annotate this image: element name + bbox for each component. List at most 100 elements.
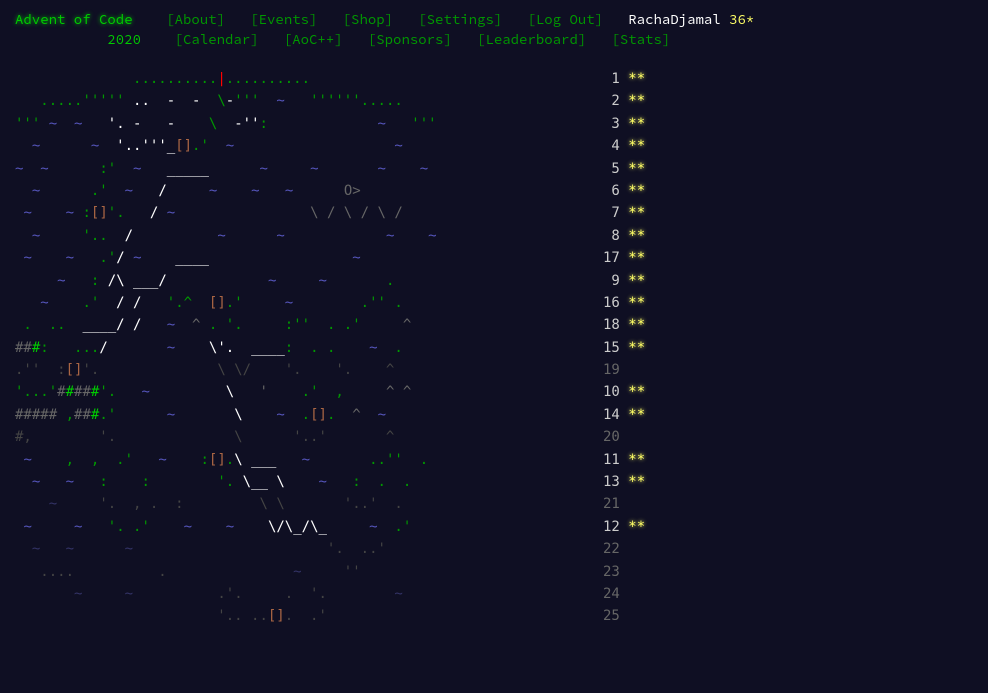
star-icon: **: [628, 228, 645, 244]
calendar-row-day-23[interactable]: .... . ~ '' 23: [15, 561, 973, 583]
ascii-art-line: '...'#####'. ~ \ ' .' , ^ ^: [15, 381, 575, 403]
username: RachaDjamal: [628, 10, 720, 28]
nav-aocpp[interactable]: [AoC++]: [284, 30, 343, 48]
star-icon: [628, 496, 645, 512]
day-number: 17: [592, 247, 620, 269]
star-icon: **: [628, 295, 645, 311]
calendar-row-day-6[interactable]: ~ .' ~ / ~ ~ ~ O> 6 **: [15, 180, 973, 202]
nav-logout[interactable]: [Log Out]: [527, 10, 603, 28]
day-number: 23: [592, 561, 620, 583]
ascii-art-line: ~ : /\ ___/ ~ ~ .: [15, 270, 575, 292]
day-number: 11: [592, 449, 620, 471]
star-icon: **: [628, 384, 645, 400]
ascii-art-line: ###: .../ ~ \'. ____: . . ~ .: [15, 337, 575, 359]
day-number: 19: [592, 359, 620, 381]
ascii-art-line: ~ ~ ~ '. ..': [15, 538, 575, 560]
ascii-art-line: ~ .' ~ / ~ ~ ~ O>: [15, 180, 575, 202]
ascii-art-line: ~ ~ : : '. \__ \ ~ : . .: [15, 471, 575, 493]
calendar-row-day-4[interactable]: ~ ~ '..'''_[].' ~ ~ 4 **: [15, 135, 973, 157]
ascii-art-line: ~ ~ .'. . '. ~: [15, 583, 575, 605]
calendar-row-day-18[interactable]: . .. ____/ / ~ ^ . '. :'' . .' ^ 18 **: [15, 314, 973, 336]
calendar-row-day-1[interactable]: ..........|.......... 1 **: [15, 68, 973, 90]
day-number: 20: [592, 426, 620, 448]
day-number: 10: [592, 381, 620, 403]
calendar-row-day-8[interactable]: ~ '.. / ~ ~ ~ ~ 8 **: [15, 225, 973, 247]
calendar-row-day-22[interactable]: ~ ~ ~ '. ..' 22: [15, 538, 973, 560]
calendar-row-day-12[interactable]: ~ ~ '. .' ~ ~ \/\_/\_ ~ .' 12 **: [15, 516, 973, 538]
calendar-row-day-16[interactable]: ~ .' / / '.^ [].' ~ .'' . 16 **: [15, 292, 973, 314]
ascii-art-line: ..........|..........: [15, 68, 575, 90]
day-number: 16: [592, 292, 620, 314]
day-number: 14: [592, 404, 620, 426]
star-icon: **: [628, 205, 645, 221]
ascii-art-line: .'' :[]'. \ \/ '. '. ^: [15, 359, 575, 381]
star-icon: [628, 586, 645, 602]
star-icon: [628, 564, 645, 580]
star-icon: [628, 541, 645, 557]
nav-settings[interactable]: [Settings]: [418, 10, 502, 28]
star-icon: **: [628, 116, 645, 132]
calendar-row-day-20[interactable]: #, '. \ '..' ^ 20: [15, 426, 973, 448]
star-icon: **: [628, 340, 645, 356]
star-icon: **: [628, 519, 645, 535]
event-year-link[interactable]: 2020: [107, 30, 141, 48]
calendar-row-day-9[interactable]: ~ : /\ ___/ ~ ~ . 9 **: [15, 270, 973, 292]
ascii-art-line: #, '. \ '..' ^: [15, 426, 575, 448]
calendar-ascii-map: ..........|.......... 1 ** .....''''' ..…: [15, 68, 973, 628]
nav-stats[interactable]: [Stats]: [611, 30, 670, 48]
calendar-row-day-3[interactable]: ''' ~ ~ '. - - \ -'': ~ ''' 3 **: [15, 113, 973, 135]
ascii-art-line: . .. ____/ / ~ ^ . '. :'' . .' ^: [15, 314, 575, 336]
nav-shop[interactable]: [Shop]: [343, 10, 393, 28]
calendar-row-day-15[interactable]: ###: .../ ~ \'. ____: . . ~ . 15 **: [15, 337, 973, 359]
day-number: 6: [592, 180, 620, 202]
day-number: 25: [592, 605, 620, 627]
calendar-row-day-21[interactable]: ~ '. , . : \ \ '..' . 21: [15, 493, 973, 515]
day-number: 1: [592, 68, 620, 90]
ascii-art-line: ~ ~ .'/ ~ ____ ~: [15, 247, 575, 269]
calendar-row-day-11[interactable]: ~ , , .' ~ :[].\ ___ ~ ..'' . 11 **: [15, 449, 973, 471]
day-number: 24: [592, 583, 620, 605]
star-icon: **: [628, 93, 645, 109]
star-icon: **: [628, 183, 645, 199]
star-icon: [628, 362, 645, 378]
calendar-row-day-24[interactable]: ~ ~ .'. . '. ~ 24: [15, 583, 973, 605]
day-number: 22: [592, 538, 620, 560]
calendar-row-day-19[interactable]: .'' :[]'. \ \/ '. '. ^ 19: [15, 359, 973, 381]
star-icon: **: [628, 407, 645, 423]
ascii-art-line: .....''''' .. - - \-''' ~ ''''''.....: [15, 90, 575, 112]
nav-about[interactable]: [About]: [166, 10, 225, 28]
day-number: 15: [592, 337, 620, 359]
nav-calendar[interactable]: [Calendar]: [175, 30, 259, 48]
ascii-art-line: ~ ~ :' ~ _____ ~ ~ ~ ~: [15, 158, 575, 180]
ascii-art-line: ~ ~ '. .' ~ ~ \/\_/\_ ~ .': [15, 516, 575, 538]
ascii-art-line: ~ '.. / ~ ~ ~ ~: [15, 225, 575, 247]
calendar-row-day-17[interactable]: ~ ~ .'/ ~ ____ ~ 17 **: [15, 247, 973, 269]
ascii-art-line: ~ ~ '..'''_[].' ~ ~: [15, 135, 575, 157]
day-number: 8: [592, 225, 620, 247]
header-row-2: 2020 [Calendar] [AoC++] [Sponsors] [Lead…: [15, 30, 973, 48]
nav-events[interactable]: [Events]: [250, 10, 317, 28]
user-star-count: 36*: [729, 10, 754, 28]
ascii-art-line: ~ ~ :[]'. / ~ \ / \ / \ /: [15, 202, 575, 224]
ascii-art-line: '.. ..[]. .': [15, 605, 575, 627]
nav-leaderboard[interactable]: [Leaderboard]: [477, 30, 586, 48]
calendar-row-day-10[interactable]: '...'#####'. ~ \ ' .' , ^ ^ 10 **: [15, 381, 973, 403]
star-icon: [628, 429, 645, 445]
star-icon: **: [628, 161, 645, 177]
calendar-row-day-25[interactable]: '.. ..[]. .' 25: [15, 605, 973, 627]
ascii-art-line: ~ '. , . : \ \ '..' .: [15, 493, 575, 515]
star-icon: [628, 608, 645, 624]
calendar-row-day-2[interactable]: .....''''' .. - - \-''' ~ ''''''..... 2 …: [15, 90, 973, 112]
calendar-row-day-5[interactable]: ~ ~ :' ~ _____ ~ ~ ~ ~ 5 **: [15, 158, 973, 180]
site-title-link[interactable]: Advent of Code: [15, 10, 133, 28]
calendar-row-day-14[interactable]: ##### ,###.' ~ \ ~ .[]. ^ ~ 14 **: [15, 404, 973, 426]
day-number: 4: [592, 135, 620, 157]
calendar-row-day-13[interactable]: ~ ~ : : '. \__ \ ~ : . . 13 **: [15, 471, 973, 493]
ascii-art-line: ##### ,###.' ~ \ ~ .[]. ^ ~: [15, 404, 575, 426]
day-number: 7: [592, 202, 620, 224]
day-number: 12: [592, 516, 620, 538]
header-row-1: Advent of Code [About] [Events] [Shop] […: [15, 10, 973, 28]
ascii-art-line: ~ , , .' ~ :[].\ ___ ~ ..'' .: [15, 449, 575, 471]
calendar-row-day-7[interactable]: ~ ~ :[]'. / ~ \ / \ / \ / 7 **: [15, 202, 973, 224]
nav-sponsors[interactable]: [Sponsors]: [368, 30, 452, 48]
